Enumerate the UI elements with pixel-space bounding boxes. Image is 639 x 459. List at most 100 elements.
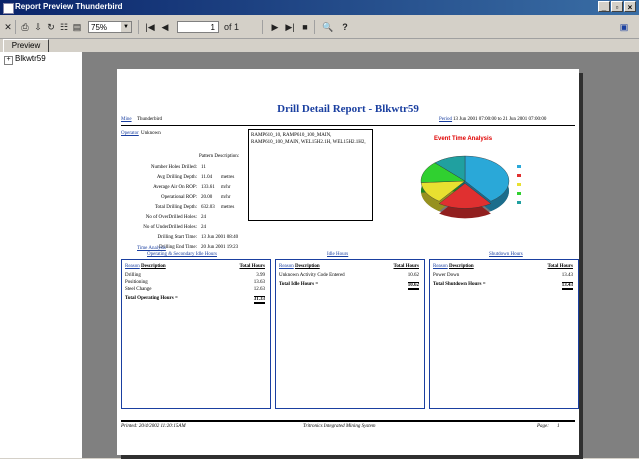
operator-label: Operator	[121, 131, 139, 136]
row-value: 13.63	[253, 280, 265, 285]
close-preview-icon[interactable]: ✕	[4, 21, 12, 33]
total-value: 31.33	[253, 296, 265, 304]
total-value: 13.43	[561, 282, 573, 290]
pattern-description-box: RAMP610_10, RAMP610_100_MAIN, RAMP610_10…	[248, 129, 373, 221]
section-link-operating[interactable]: Operating & Secondary Idle Hours	[147, 252, 217, 257]
legend-item	[517, 173, 522, 177]
row-value: 13.43	[561, 273, 573, 278]
row-desc: Steel Change	[125, 287, 152, 292]
total-value: 10.62	[407, 282, 419, 290]
legend-item	[517, 191, 522, 195]
legend-swatch	[517, 200, 521, 204]
hours-box: Reason Description Total Hours Unknown Act…	[275, 259, 425, 409]
total-header: Total Hours	[239, 264, 265, 269]
tab-preview[interactable]: Preview	[3, 39, 49, 53]
brand-icon: ▣	[619, 22, 629, 32]
field-value: 13 Jun 2001 08:40	[201, 235, 239, 240]
print-icon[interactable]: ⎙	[20, 21, 30, 33]
search-text-icon[interactable]: ▤	[72, 21, 82, 33]
prev-page-icon[interactable]: ◀	[160, 21, 170, 33]
field-value: 24	[201, 215, 206, 220]
help-icon[interactable]: ?	[340, 21, 350, 33]
field-unit: metres	[221, 205, 235, 210]
maximize-button[interactable]: ▫	[611, 1, 623, 12]
legend-item	[517, 164, 522, 168]
first-page-icon[interactable]: |◀	[145, 21, 155, 33]
time-analysis-label: Time Analysis	[137, 246, 166, 251]
report-viewer[interactable]: Drill Detail Report - Blkwtr59 Mine Thun…	[83, 52, 639, 459]
total-row: Total Idle Hours = 10.62	[279, 282, 421, 290]
reason-header: Reason	[279, 264, 294, 269]
reason-header: Reason	[125, 264, 140, 269]
page-number: 1	[557, 424, 560, 429]
next-page-icon[interactable]: ▶	[270, 21, 280, 33]
report-page: Drill Detail Report - Blkwtr59 Mine Thun…	[117, 69, 579, 455]
mine-label: Mine	[121, 117, 132, 122]
refresh-icon[interactable]: ↻	[46, 21, 56, 33]
description-header: Description	[294, 264, 320, 269]
field-value: 11	[201, 165, 206, 170]
section-link-shutdown[interactable]: Shutdown Hours	[489, 252, 523, 257]
hours-row: Unknown Activity Code Entered 10.62	[279, 273, 421, 278]
field-label: No of UnderDrilled Holes:	[143, 225, 197, 230]
tree-node[interactable]: + Blkwtr59	[4, 54, 46, 65]
field-unit: m/hr	[221, 195, 231, 200]
report-title: Drill Detail Report - Blkwtr59	[277, 103, 419, 115]
group-tree-icon[interactable]: ☷	[59, 21, 69, 33]
field-label: Total Drilling Depth:	[154, 205, 197, 210]
page-label: Page:	[537, 424, 549, 429]
page-count: of 1	[224, 22, 240, 32]
row-desc: Power Down	[433, 273, 460, 278]
stop-icon[interactable]: ■	[300, 21, 310, 33]
field-value: 632.03	[201, 205, 215, 210]
legend-swatch	[517, 182, 521, 186]
legend-item	[517, 200, 522, 204]
field-label: Number Holes Drilled:	[150, 165, 197, 170]
hours-row: Steel Change 12.63	[125, 287, 267, 292]
reason-header: Reason	[433, 264, 448, 269]
row-desc: Drilling	[125, 273, 141, 278]
last-page-icon[interactable]: ▶|	[285, 21, 295, 33]
field-value: 133.61	[201, 185, 215, 190]
hours-box: Reason Description Total Hours Power Down 1…	[429, 259, 579, 409]
operator-value: Unknown	[141, 131, 161, 136]
period-value: 13 Jun 2001 07:00:00 to 21 Jun 2001 07:0…	[453, 117, 547, 122]
chevron-down-icon: ▼	[121, 22, 131, 32]
period-label: Period	[439, 117, 453, 122]
app-icon	[3, 3, 14, 14]
field-label: Average Air On ROP:	[153, 185, 197, 190]
legend-item	[517, 182, 522, 186]
event-time-title: Event Time Analysis	[434, 136, 493, 142]
find-icon[interactable]: 🔍	[322, 21, 334, 33]
close-button[interactable]: ×	[624, 1, 636, 12]
field-label: No of OverDrilled Holes:	[145, 215, 197, 220]
hours-row: Positioning 13.63	[125, 280, 267, 285]
field-label: Avg Drilling Depth:	[156, 175, 197, 180]
field-unit: m/hr	[221, 185, 231, 190]
toolbar: ✕ ⎙ ⇩ ↻ ☷ ▤ 75% ▼ |◀ ◀ 1 of 1 ▶ ▶| ■ 🔍 ?…	[0, 16, 639, 39]
total-header: Total Hours	[547, 264, 573, 269]
row-desc: Positioning	[125, 280, 148, 285]
description-header: Description	[140, 264, 166, 269]
hours-box: Reason Description Total Hours Drilling 3.9…	[121, 259, 271, 409]
field-unit: metres	[221, 175, 235, 180]
printed-text: Printed: 20/4/2002 11:20:15AM	[121, 424, 186, 429]
total-label: Total Operating Hours =	[125, 296, 178, 301]
field-value: 11.04	[201, 175, 213, 180]
row-value: 3.99	[256, 273, 265, 278]
expand-icon[interactable]: +	[4, 56, 13, 65]
legend-swatch	[517, 164, 521, 168]
total-header: Total Hours	[393, 264, 419, 269]
field-value: 20 Jun 2001 19:23	[201, 245, 239, 250]
section-link-idle[interactable]: Idle Hours	[327, 252, 348, 257]
total-label: Total Idle Hours =	[279, 282, 319, 287]
row-value: 12.63	[253, 287, 265, 292]
field-value: 24	[201, 225, 206, 230]
window-titlebar: Report Preview Thunderbird _ ▫ ×	[0, 0, 639, 15]
mine-value: Thunderbird	[137, 117, 162, 122]
export-icon[interactable]: ⇩	[33, 21, 43, 33]
total-row: Total Operating Hours = 31.33	[125, 296, 267, 304]
zoom-select[interactable]: 75% ▼	[88, 21, 132, 33]
minimize-button[interactable]: _	[598, 1, 610, 12]
page-number-input[interactable]: 1	[177, 21, 219, 33]
